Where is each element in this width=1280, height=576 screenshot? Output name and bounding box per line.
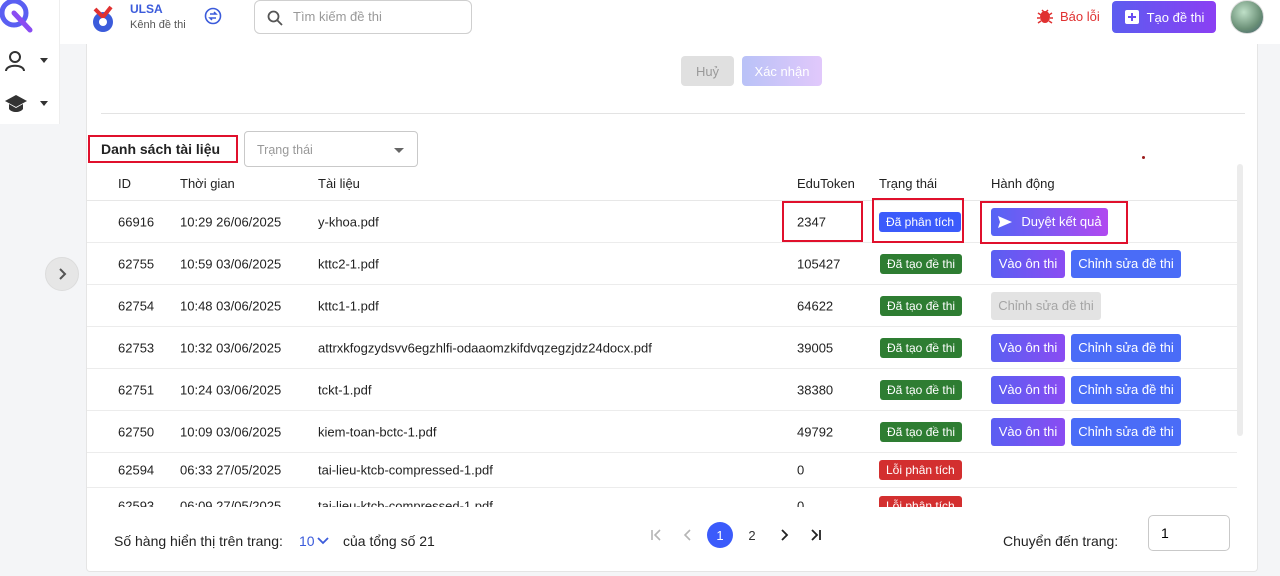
col-document: Tài liệu <box>318 176 360 191</box>
total-count: của tổng số 21 <box>343 533 435 549</box>
table-header: ID Thời gian Tài liệu EduToken Trạng thá… <box>87 168 1237 201</box>
chevron-down-icon <box>40 101 48 106</box>
highlight-edutoken <box>782 201 863 242</box>
edit-exam-button[interactable]: Chỉnh sửa đề thi <box>1071 333 1181 362</box>
dropdown-arrow-icon <box>394 148 404 153</box>
table-row: 62753 10:32 03/06/2025 attrxkfogzydsvv6e… <box>87 327 1237 369</box>
table-row: 62755 10:59 03/06/2025 kttc2-1.pdf 10542… <box>87 243 1237 285</box>
search-icon <box>267 10 283 26</box>
status-badge: Đã tạo đề thi <box>880 295 963 316</box>
practice-button[interactable]: Vào ôn thi <box>991 249 1065 278</box>
status-badge: Đã tạo đề thi <box>880 253 963 274</box>
pager: 1 2 <box>640 522 832 548</box>
search-input[interactable] <box>293 9 463 24</box>
chevron-down-icon <box>40 58 48 63</box>
brand-name: ULSA <box>130 2 163 16</box>
switch-icon[interactable] <box>204 7 222 25</box>
divider <box>101 113 1245 114</box>
table-row: 62593 06:09 27/05/2025 tai-lieu-ktcb-com… <box>87 488 1237 507</box>
brand-subtitle: Kênh đề thi <box>130 19 186 31</box>
report-label: Báo lỗi <box>1060 8 1100 24</box>
table-row: 62754 10:48 03/06/2025 kttc1-1.pdf 64622… <box>87 285 1237 327</box>
status-badge: Lỗi phân tích <box>879 495 962 507</box>
practice-button[interactable]: Vào ôn thi <box>991 375 1065 404</box>
create-exam-button[interactable]: Tạo đề thi <box>1112 1 1216 33</box>
practice-button[interactable]: Vào ôn thi <box>991 333 1065 362</box>
avatar[interactable] <box>1230 0 1264 34</box>
logo-icon[interactable] <box>0 0 38 36</box>
documents-card: Huỷ Xác nhận Danh sách tài liệu Trạng th… <box>86 44 1258 572</box>
status-badge: Lỗi phân tích <box>879 460 962 480</box>
graduation-cap-icon <box>5 95 27 112</box>
collapse-sidebar-button[interactable] <box>45 257 79 291</box>
edit-exam-button[interactable]: Chỉnh sửa đề thi <box>1071 375 1181 404</box>
page-button[interactable]: 2 <box>736 522 768 548</box>
report-bug-button[interactable]: Báo lỗi <box>1036 7 1100 25</box>
col-time: Thời gian <box>180 176 235 191</box>
pagination-bar: Số hàng hiển thị trên trang: 10 của tổng… <box>87 507 1259 572</box>
rows-per-page-select[interactable]: 10 <box>299 533 315 549</box>
table-row: 62750 10:09 03/06/2025 kiem-toan-bctc-1.… <box>87 411 1237 453</box>
table-body: 66916 10:29 26/06/2025 y-khoa.pdf 2347 Đ… <box>87 201 1245 507</box>
goto-page-input[interactable] <box>1148 515 1230 551</box>
status-badge: Đã tạo đề thi <box>880 337 963 358</box>
status-filter-select[interactable]: Trạng thái <box>244 131 418 167</box>
search-box[interactable] <box>254 0 472 34</box>
edit-exam-button[interactable]: Chỉnh sửa đề thi <box>1071 249 1181 278</box>
top-bar: ULSA Kênh đề thi Báo lỗi Tạo đề thi <box>60 0 1280 44</box>
chevron-down-icon[interactable] <box>317 535 329 547</box>
confirm-button[interactable]: Xác nhận <box>742 56 822 86</box>
table-scrollbar[interactable] <box>1237 164 1243 436</box>
practice-button[interactable]: Vào ôn thi <box>991 417 1065 446</box>
first-page-icon[interactable] <box>640 522 672 548</box>
user-icon <box>5 51 25 72</box>
col-status: Trạng thái <box>879 176 938 191</box>
highlight-action <box>980 201 1128 244</box>
brand-logo-icon <box>90 5 116 33</box>
create-exam-label: Tạo đề thi <box>1146 9 1205 25</box>
rail-user-menu[interactable] <box>0 41 60 81</box>
rail-courses-menu[interactable] <box>0 84 60 124</box>
col-edutoken: EduToken <box>797 176 855 191</box>
document-list-title: Danh sách tài liệu <box>88 135 238 163</box>
col-id: ID <box>118 176 131 191</box>
table-row: 62594 06:33 27/05/2025 tai-lieu-ktcb-com… <box>87 453 1237 488</box>
add-box-icon <box>1124 10 1139 24</box>
rows-per-page-label: Số hàng hiển thị trên trang: <box>114 533 283 549</box>
edit-exam-button[interactable]: Chỉnh sửa đề thi <box>1071 417 1181 446</box>
col-action: Hành động <box>991 176 1055 191</box>
last-page-icon[interactable] <box>800 522 832 548</box>
status-filter-placeholder: Trạng thái <box>257 143 313 157</box>
table-row: 62751 10:24 03/06/2025 tckt-1.pdf 38380 … <box>87 369 1237 411</box>
cancel-button[interactable]: Huỷ <box>681 56 734 86</box>
page-button-current[interactable]: 1 <box>707 522 733 548</box>
status-badge: Đã tạo đề thi <box>880 379 963 400</box>
edit-exam-button-disabled: Chỉnh sửa đề thi <box>991 291 1101 320</box>
bug-icon <box>1037 9 1053 24</box>
prev-page-icon[interactable] <box>672 522 704 548</box>
highlight-status <box>872 198 964 243</box>
status-badge: Đã tạo đề thi <box>880 421 963 442</box>
goto-page-label: Chuyển đến trang: <box>1003 533 1119 549</box>
next-page-icon[interactable] <box>768 522 800 548</box>
chevron-right-icon <box>59 268 67 280</box>
